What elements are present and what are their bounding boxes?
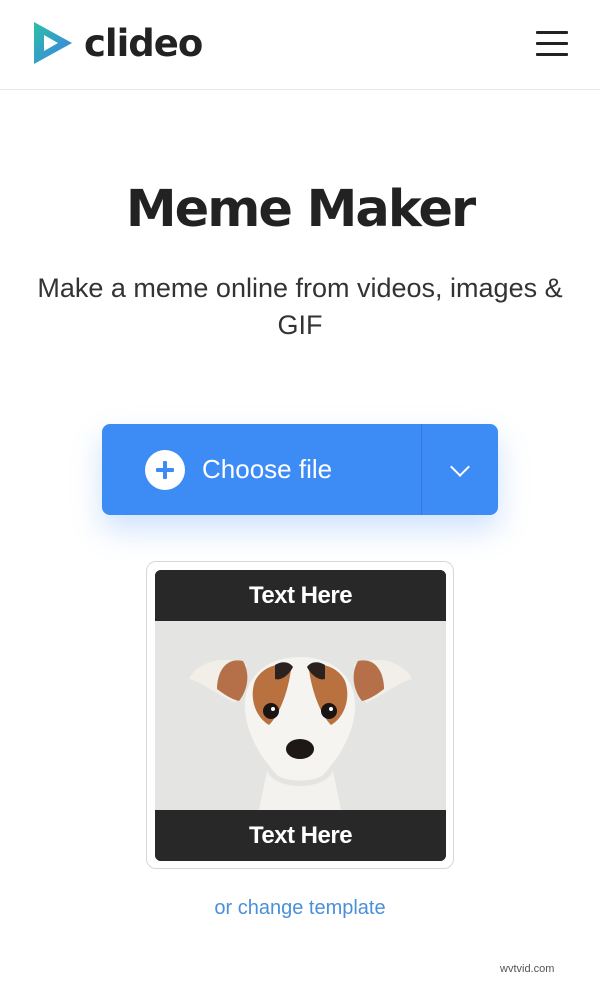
meme-image: Text Here Text Here <box>155 570 446 861</box>
hamburger-menu-icon[interactable] <box>536 29 568 57</box>
upload-button-group: Choose file <box>102 424 498 515</box>
choose-file-button[interactable]: Choose file <box>102 424 422 515</box>
meme-template-preview[interactable]: Text Here Text Here <box>146 561 454 869</box>
dog-photo <box>155 621 446 810</box>
plus-circle-icon <box>145 449 185 490</box>
menu-line <box>536 53 568 56</box>
menu-line <box>536 42 568 45</box>
page-subtitle: Make a meme online from videos, images &… <box>37 273 563 340</box>
choose-file-label: Choose file <box>202 454 333 484</box>
dog-illustration <box>189 657 412 810</box>
top-header: clideo <box>0 0 600 90</box>
logo-text: clideo <box>84 21 203 65</box>
meme-bottom-text: Text Here <box>155 810 446 861</box>
clideo-play-logo-icon <box>34 22 72 64</box>
menu-line <box>536 31 568 34</box>
clideo-logo[interactable]: clideo <box>30 18 203 68</box>
watermark-text: wvtvid.com <box>500 963 555 975</box>
meme-top-text: Text Here <box>155 570 446 621</box>
upload-source-dropdown[interactable] <box>422 424 498 515</box>
change-template-link[interactable]: or change template <box>0 897 600 920</box>
page-title: Meme Maker <box>125 180 476 239</box>
chevron-down-icon <box>450 456 470 477</box>
